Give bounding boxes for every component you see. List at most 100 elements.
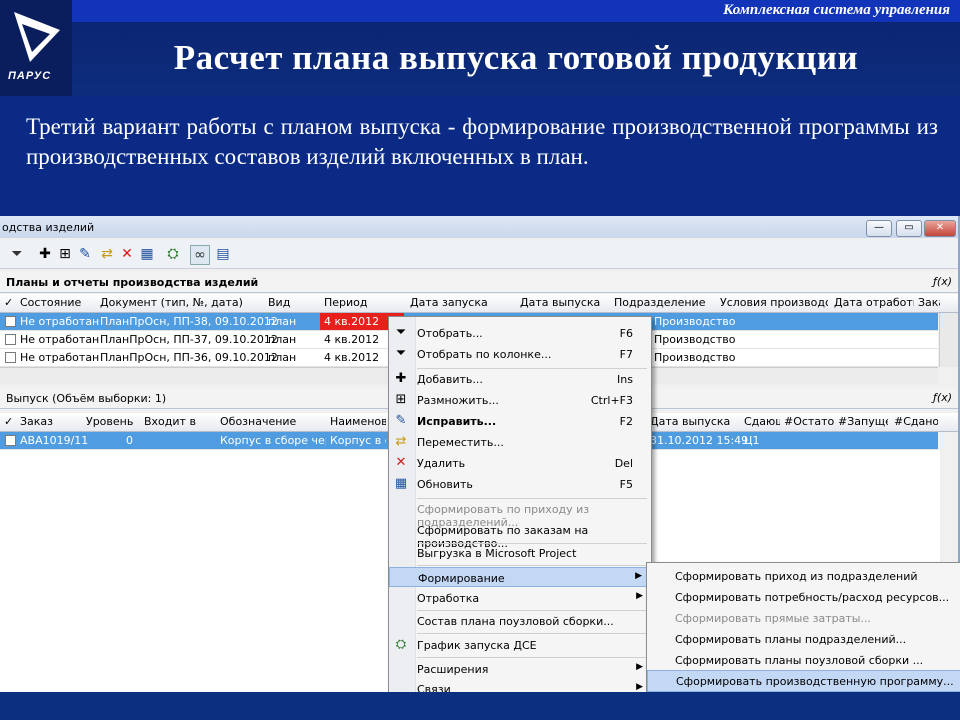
plans-fx-button[interactable]: ƒ(x) (933, 275, 952, 288)
col-header[interactable]: Наименова (330, 415, 386, 428)
menu-item-processing[interactable]: Отработка ▶ (389, 588, 651, 608)
close-button[interactable]: ✕ (924, 220, 956, 237)
edit-icon[interactable]: ✎ (76, 245, 94, 263)
col-header[interactable]: Состояние (20, 296, 94, 309)
menu-item-ms-project[interactable]: Выгрузка в Microsoft Project (389, 543, 651, 563)
filter-icon[interactable]: ⏷ (8, 245, 26, 263)
delete-icon[interactable]: ✕ (118, 245, 136, 263)
menu-item-label: Добавить... (417, 373, 483, 386)
window-titlebar[interactable]: одства изделий — ▭ ✕ (0, 216, 958, 238)
row-checkbox[interactable] (5, 352, 16, 363)
col-header[interactable]: Сдающ (744, 415, 780, 428)
col-header[interactable]: Подразделение (614, 296, 714, 309)
col-header[interactable]: #Сдано (894, 415, 938, 428)
submenu-item-production-program[interactable]: Сформировать производственную программу.… (647, 670, 960, 692)
col-header[interactable]: Заказ (20, 415, 80, 428)
column-filter-icon: ⏷ (395, 346, 407, 361)
row-checkbox[interactable] (5, 334, 16, 345)
output-fx-button[interactable]: ƒ(x) (933, 391, 952, 404)
multiply-icon[interactable]: ⊞ (56, 245, 74, 263)
plans-vertical-scrollbar[interactable] (939, 313, 958, 367)
forming-submenu: Сформировать приход из подразделений Сфо… (646, 562, 960, 694)
submenu-item[interactable]: Сформировать планы поузловой сборки ... (647, 650, 960, 671)
edit-icon: ✎ (395, 413, 407, 428)
menu-item-shortcut: Ins (617, 373, 633, 386)
cell-issuer: Ц1 (744, 434, 760, 447)
refresh-icon[interactable]: ▦ (138, 245, 156, 263)
check-all-icon[interactable]: ✓ (4, 296, 13, 309)
menu-item-filter[interactable]: ⏷ Отобрать... F6 (389, 323, 651, 343)
menu-item-launch-schedule[interactable]: ⛭ График запуска ДСЕ (389, 635, 651, 655)
slide-title: Расчет плана выпуска готовой продукции (173, 38, 859, 77)
menu-item-form-by-orders[interactable]: Сформировать по заказам на производство.… (389, 520, 651, 550)
move-icon[interactable]: ⇄ (98, 245, 116, 263)
menu-item-extensions[interactable]: Расширения ▶ (389, 659, 651, 679)
menu-item-label: Обновить (417, 478, 473, 491)
col-header[interactable]: Обозначение (220, 415, 320, 428)
cell-kind: план (268, 351, 297, 364)
plans-section-header: Планы и отчеты производства изделий ƒ(x) (0, 272, 958, 293)
menu-separator (417, 633, 647, 634)
refresh-icon: ▦ (394, 476, 408, 491)
col-header[interactable]: Условия производства (720, 296, 828, 309)
col-header[interactable]: Документ (тип, №, дата) (100, 296, 260, 309)
col-header[interactable]: Уровень (86, 415, 140, 428)
col-header[interactable]: Дата отработки (834, 296, 914, 309)
menu-item-edit[interactable]: ✎ Исправить... F2 (389, 411, 651, 431)
maximize-button[interactable]: ▭ (896, 220, 922, 237)
window-title: одства изделий (2, 221, 95, 234)
col-header[interactable]: Входит в (144, 415, 214, 428)
menu-item-form-by-income[interactable]: Сформировать по приходу из подразделений… (389, 499, 651, 529)
menu-item-shortcut: F7 (619, 348, 633, 361)
toolbar: ⏷ ✚ ⊞ ✎ ⇄ ✕ ▦ ⛭ ∞ ▤ (0, 240, 958, 269)
col-header[interactable]: Период (324, 296, 404, 309)
submenu-item[interactable]: Сформировать приход из подразделений (647, 566, 960, 587)
menu-item-filter-column[interactable]: ⏷ Отобрать по колонке... F7 (389, 344, 651, 364)
menu-item-label: Переместить... (417, 436, 504, 449)
check-all-icon[interactable]: ✓ (4, 415, 13, 428)
menu-item-label: Отобрать по колонке... (417, 348, 552, 361)
col-header[interactable]: Дата выпуска (520, 296, 610, 309)
cell-name: Корпус в сбо (330, 434, 386, 447)
cell-order: ABA1019/11 (20, 434, 89, 447)
menu-item-links[interactable]: Связи ▶ (389, 679, 651, 693)
menu-item-assembly-plan[interactable]: Состав плана поузловой сборки... (389, 611, 651, 631)
col-header[interactable]: #Запущено (838, 415, 888, 428)
submenu-item-label: Сформировать планы поузловой сборки ... (675, 654, 924, 667)
binoculars-icon[interactable]: ∞ (190, 245, 210, 265)
menu-item-move[interactable]: ⇄ Переместить... (389, 432, 651, 452)
context-menu: ⏷ Отобрать... F6 ⏷ Отобрать по колонке..… (388, 316, 652, 694)
menu-item-label: Формирование (418, 572, 505, 585)
menu-item-shortcut: Del (614, 457, 633, 470)
submenu-item[interactable]: Сформировать потребность/расход ресурсов… (647, 587, 960, 608)
menu-item-label: Удалить (417, 457, 466, 470)
menu-item-delete[interactable]: ✕ Удалить Del (389, 453, 651, 473)
col-header[interactable]: Зака (918, 296, 940, 309)
row-checkbox[interactable] (5, 435, 16, 446)
output-section-title: Выпуск (Объём выборки: 1) (6, 392, 167, 405)
row-checkbox[interactable] (5, 316, 16, 327)
menu-item-add[interactable]: ✚ Добавить... Ins (389, 369, 651, 389)
logo-text: ПАРУС (8, 70, 52, 82)
menu-item-label: Расширения (417, 663, 489, 676)
report-icon[interactable]: ▤ (214, 245, 232, 263)
cell-doc: ПланПрОсн, ПП-38, 09.10.2012 (100, 315, 278, 328)
bottom-band (0, 692, 960, 720)
menu-item-multiply[interactable]: ⊞ Размножить... Ctrl+F3 (389, 390, 651, 410)
network-icon[interactable]: ⛭ (164, 245, 182, 263)
col-header[interactable]: Дата запуска (410, 296, 514, 309)
lead-text: Третий вариант работы с планом выпуска -… (26, 114, 938, 169)
submenu-item[interactable]: Сформировать прямые затраты... (647, 608, 960, 629)
minimize-button[interactable]: — (866, 220, 892, 237)
col-header[interactable]: #Остаток (784, 415, 834, 428)
submenu-item[interactable]: Сформировать планы подразделений... (647, 629, 960, 650)
add-icon[interactable]: ✚ (36, 245, 54, 263)
col-header[interactable]: Дата выпуска (650, 415, 738, 428)
menu-item-label: Отработка (417, 592, 480, 605)
menu-item-forming[interactable]: Формирование ▶ (389, 567, 651, 587)
cell-state: Не отработан (20, 351, 100, 364)
col-header[interactable]: Вид (268, 296, 318, 309)
submenu-item-label: Сформировать производственную программу.… (676, 675, 954, 688)
menu-item-refresh[interactable]: ▦ Обновить F5 (389, 474, 651, 494)
submenu-arrow-icon: ▶ (636, 682, 643, 692)
